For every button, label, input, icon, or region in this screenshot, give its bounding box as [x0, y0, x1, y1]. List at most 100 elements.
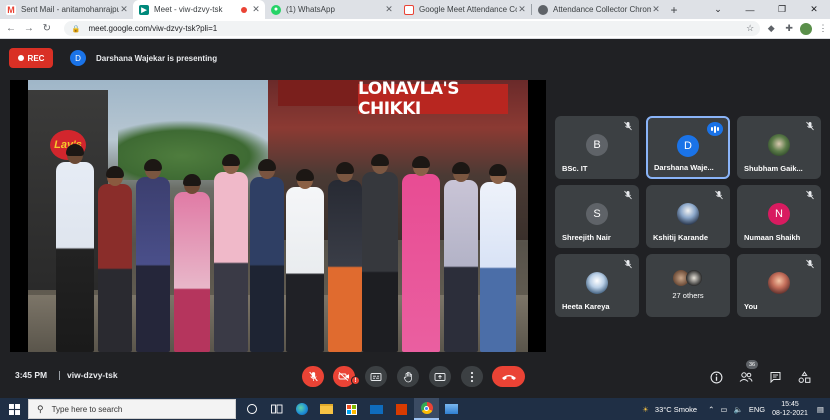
windows-logo-icon: [8, 403, 20, 415]
activities-button[interactable]: [796, 369, 812, 385]
photo-person: [98, 166, 132, 352]
tab-meet[interactable]: ▶ Meet - viw-dzvy-tsk ✕: [133, 0, 265, 19]
photo-person: [362, 154, 398, 352]
people-button[interactable]: [738, 369, 754, 385]
volume-icon[interactable]: 🔈: [733, 405, 742, 414]
present-now-button[interactable]: [429, 366, 451, 387]
photo-person: [402, 156, 440, 352]
speaking-indicator-icon: [707, 122, 723, 136]
notification-icon[interactable]: ▤: [817, 405, 824, 414]
restore-icon[interactable]: ❐: [766, 0, 798, 19]
mail-icon[interactable]: [364, 398, 389, 420]
participant-avatar: [768, 134, 790, 156]
participant-tile[interactable]: D Darshana Waje...: [646, 116, 730, 179]
chat-icon: [770, 372, 780, 383]
more-options-button[interactable]: [461, 366, 483, 387]
participant-tile[interactable]: B BSc. IT: [555, 116, 639, 179]
close-icon[interactable]: ✕: [119, 4, 129, 15]
record-dot-icon: [17, 55, 24, 61]
present-screen-icon: [434, 372, 446, 381]
close-icon[interactable]: ✕: [517, 4, 527, 15]
weather-text[interactable]: 33°C Smoke: [655, 405, 697, 414]
presenter-avatar: D: [70, 50, 86, 66]
photo-person: [286, 169, 324, 352]
meeting-time: 3:45 PM: [15, 370, 48, 380]
chrome-icon[interactable]: [414, 398, 439, 420]
others-count: 27 others: [672, 291, 704, 300]
shop-sign: LONAVLA'S CHIKKI: [358, 80, 508, 119]
whatsapp-icon: ●: [271, 4, 281, 15]
puzzle-icon[interactable]: ✚: [782, 22, 796, 36]
participant-tile[interactable]: Kshitij Karande: [646, 185, 730, 248]
close-icon[interactable]: ✕: [251, 4, 261, 15]
mic-toggle-button[interactable]: [302, 366, 324, 387]
mic-off-icon: [624, 259, 632, 269]
self-tile[interactable]: You: [737, 254, 821, 317]
shared-screen[interactable]: LONAVLA'S CHIKKI Lay's: [10, 80, 546, 352]
task-view-icon[interactable]: [264, 398, 289, 420]
file-explorer-icon[interactable]: [314, 398, 339, 420]
close-icon[interactable]: ✕: [651, 4, 661, 15]
leave-call-button[interactable]: [492, 366, 525, 387]
raise-hand-button[interactable]: [397, 366, 419, 387]
cortana-icon[interactable]: [239, 398, 264, 420]
taskbar-clock[interactable]: 15:45 08-12-2021: [772, 400, 808, 418]
tab-attendance[interactable]: Google Meet Attendance Co ✕: [398, 0, 531, 19]
info-icon: [710, 371, 722, 383]
presenter-banner: D Darshana Wajekar is presenting: [70, 49, 217, 67]
mic-off-icon: [806, 259, 814, 269]
tab-gmail[interactable]: M Sent Mail - anitamohanrajput ✕: [0, 0, 133, 19]
hang-up-icon: [501, 374, 516, 380]
others-tile[interactable]: 27 others: [646, 254, 730, 317]
minimize-icon[interactable]: —: [734, 0, 766, 19]
participant-name: You: [744, 302, 758, 311]
menu-icon[interactable]: ⋮: [816, 22, 830, 36]
participant-tile[interactable]: Heeta Kareya: [555, 254, 639, 317]
gmail-icon: M: [6, 4, 16, 15]
tab-search-icon[interactable]: ⌄: [702, 0, 734, 19]
meet-icon: ▶: [139, 4, 149, 15]
close-icon[interactable]: ✕: [384, 4, 394, 15]
participant-tile[interactable]: S Shreejith Nair: [555, 185, 639, 248]
edge-icon[interactable]: [289, 398, 314, 420]
participant-tile[interactable]: Shubham Gaik...: [737, 116, 821, 179]
close-window-icon[interactable]: ✕: [798, 0, 830, 19]
network-icon[interactable]: ▭: [720, 405, 727, 414]
tab-whatsapp[interactable]: ● (1) WhatsApp ✕: [265, 0, 398, 19]
participant-tile[interactable]: N Numaan Shaikh: [737, 185, 821, 248]
photo-sign-top: [278, 80, 363, 106]
captions-button[interactable]: [365, 366, 387, 387]
meeting-details-button[interactable]: [708, 369, 724, 385]
search-icon: ⚲: [37, 403, 44, 414]
photo-tree: [118, 120, 278, 180]
search-placeholder: Type here to search: [51, 404, 123, 414]
new-tab-button[interactable]: +: [665, 0, 683, 19]
participant-avatar: [677, 203, 699, 225]
lock-icon[interactable]: 🔒: [72, 25, 81, 33]
photo-person: [214, 154, 248, 352]
chat-button[interactable]: [767, 369, 783, 385]
hand-icon: [403, 371, 412, 382]
bookmark-star-icon[interactable]: ☆: [746, 23, 754, 34]
weather-icon[interactable]: ☀: [642, 405, 649, 414]
extension-icon[interactable]: ◆: [764, 22, 778, 36]
start-button[interactable]: [0, 398, 28, 420]
taskbar-search-input[interactable]: ⚲ Type here to search: [28, 399, 236, 419]
profile-avatar[interactable]: [800, 22, 813, 35]
activities-icon: [798, 370, 810, 383]
forward-icon[interactable]: →: [22, 22, 36, 36]
reload-icon[interactable]: ↻: [40, 22, 54, 36]
photos-icon[interactable]: [439, 398, 464, 420]
photo-person: [480, 164, 516, 352]
office-icon[interactable]: [389, 398, 414, 420]
address-bar[interactable]: 🔒 meet.google.com/viw-dzvy-tsk?pli=1 ☆: [63, 21, 761, 36]
chrome-webstore-icon: [538, 4, 548, 15]
chevron-up-icon[interactable]: ⌃: [708, 405, 714, 414]
back-icon[interactable]: ←: [4, 22, 18, 36]
store-icon[interactable]: [339, 398, 364, 420]
mic-off-icon: [806, 121, 814, 131]
tab-attendance-collector[interactable]: Attendance Collector Chrom ✕: [532, 0, 665, 19]
language-indicator[interactable]: ENG: [749, 405, 765, 414]
screen: M Sent Mail - anitamohanrajput ✕ ▶ Meet …: [0, 0, 830, 420]
recording-badge[interactable]: REC: [9, 48, 53, 68]
